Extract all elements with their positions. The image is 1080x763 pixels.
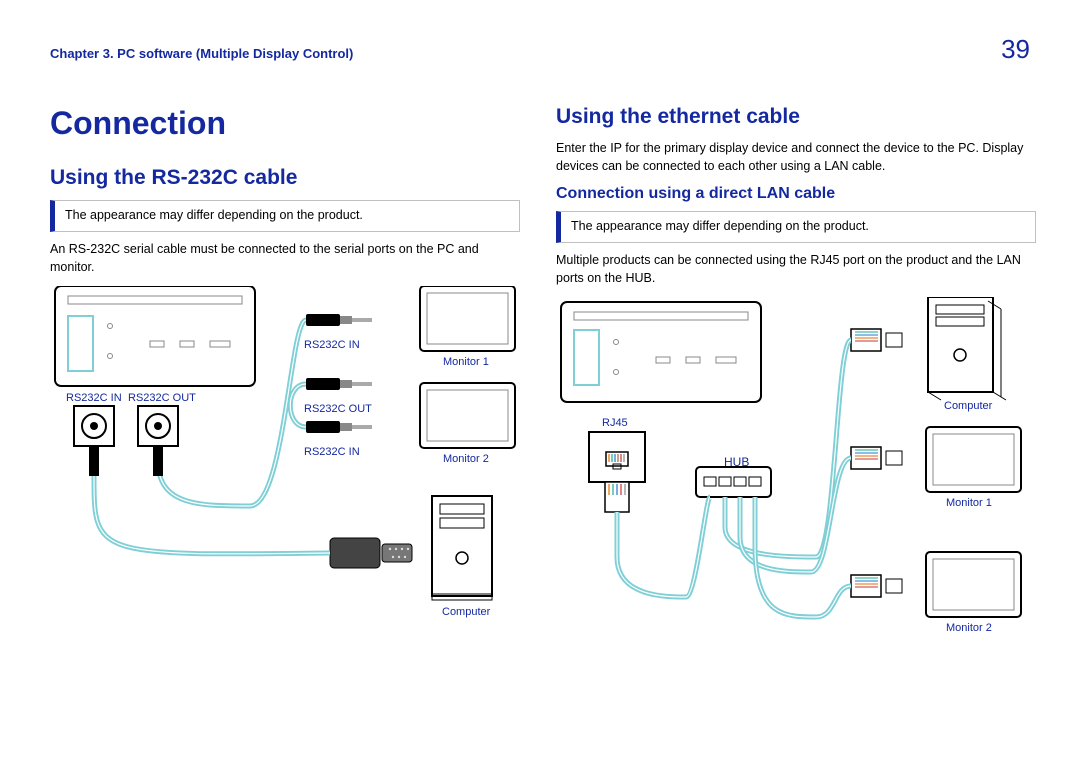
label-monitor2-r: Monitor 2 bbox=[946, 622, 992, 634]
label-monitor2: Monitor 2 bbox=[443, 453, 489, 465]
subsection-lan: Connection using a direct LAN cable bbox=[556, 185, 1036, 203]
label-rs232c-in-bot: RS232C IN bbox=[304, 446, 360, 458]
label-rs232c-in-left: RS232C IN bbox=[66, 392, 122, 404]
diagram-ethernet: RJ45 HUB Computer Monitor 1 Monitor 2 bbox=[556, 297, 1036, 657]
label-rs232c-out-mid: RS232C OUT bbox=[304, 403, 372, 415]
diagram-rs232c: RS232C IN RS232C OUT RS232C IN RS232C OU… bbox=[50, 286, 520, 626]
jack-plug-icon bbox=[306, 314, 372, 326]
ethernet-diagram-svg bbox=[556, 297, 1036, 657]
rj45-plug-icon bbox=[851, 329, 902, 351]
label-rs232c-out-left: RS232C OUT bbox=[128, 392, 196, 404]
label-monitor1-r: Monitor 1 bbox=[946, 497, 992, 509]
page-header: Chapter 3. PC software (Multiple Display… bbox=[50, 34, 1030, 65]
section-ethernet: Using the ethernet cable bbox=[556, 105, 1036, 129]
label-rj45: RJ45 bbox=[602, 417, 628, 429]
page-title: Connection bbox=[50, 105, 520, 142]
body-ethernet-2: Multiple products can be connected using… bbox=[556, 251, 1036, 287]
label-computer: Computer bbox=[442, 606, 490, 618]
page-number: 39 bbox=[1001, 34, 1030, 65]
jack-plug-icon bbox=[306, 378, 372, 390]
body-rs232c: An RS-232C serial cable must be connecte… bbox=[50, 240, 520, 276]
right-column: Using the ethernet cable Enter the IP fo… bbox=[556, 105, 1036, 657]
note-lan: The appearance may differ depending on t… bbox=[556, 211, 1036, 243]
left-column: Connection Using the RS-232C cable The a… bbox=[50, 105, 520, 657]
note-rs232c: The appearance may differ depending on t… bbox=[50, 200, 520, 232]
label-rs232c-in-top: RS232C IN bbox=[304, 339, 360, 351]
body-ethernet-1: Enter the IP for the primary display dev… bbox=[556, 139, 1036, 175]
rj45-plug-icon bbox=[851, 447, 902, 469]
db9-connector-icon bbox=[330, 538, 412, 568]
label-hub: HUB bbox=[724, 455, 749, 469]
label-monitor1: Monitor 1 bbox=[443, 356, 489, 368]
section-rs232c: Using the RS-232C cable bbox=[50, 166, 520, 190]
rj45-plug-icon bbox=[851, 575, 902, 597]
label-computer-r: Computer bbox=[944, 400, 992, 412]
chapter-label: Chapter 3. PC software (Multiple Display… bbox=[50, 46, 353, 61]
jack-plug-icon bbox=[306, 421, 372, 433]
content-columns: Connection Using the RS-232C cable The a… bbox=[50, 105, 1030, 657]
